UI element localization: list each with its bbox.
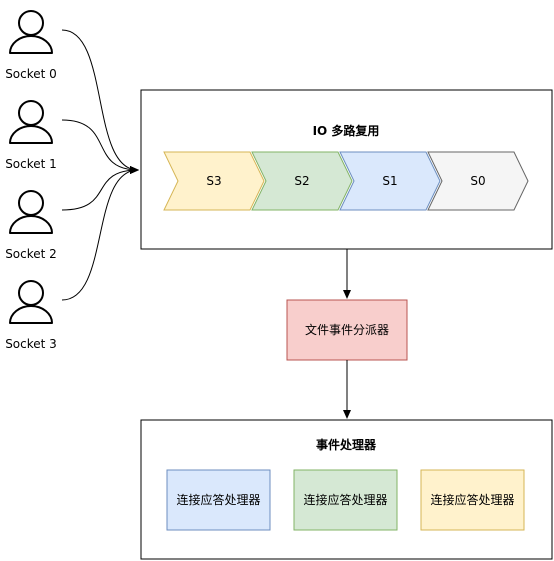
socket-label: Socket 2 <box>5 247 57 261</box>
socket-connectors <box>61 29 139 301</box>
queue-item-s1: S1 <box>339 151 441 211</box>
queue-item-label: S0 <box>470 174 485 188</box>
queue-item-s2: S2 <box>251 151 353 211</box>
socket-2: Socket 2 <box>5 190 57 261</box>
handler-label: 连接应答处理器 <box>176 492 260 507</box>
connector-socket-3 <box>61 166 139 301</box>
handler-box: 连接应答处理器 <box>293 469 398 531</box>
queue-item-label: S2 <box>294 174 309 188</box>
user-icon <box>9 10 53 54</box>
socket-label: Socket 0 <box>5 67 57 81</box>
socket-0: Socket 0 <box>5 10 57 81</box>
file-event-dispatcher: 文件事件分派器 <box>286 299 408 361</box>
io-multiplexing-title: IO 多路复用 <box>313 123 380 138</box>
socket-queue: S3 S2 S1 S0 <box>163 151 529 211</box>
socket-label: Socket 1 <box>5 157 57 171</box>
handler-list: 连接应答处理器 连接应答处理器 连接应答处理器 <box>166 469 525 531</box>
socket-label: Socket 3 <box>5 337 57 351</box>
queue-item-s3: S3 <box>163 151 265 211</box>
handler-box: 连接应答处理器 <box>166 469 271 531</box>
queue-item-s0: S0 <box>427 151 529 211</box>
connector-socket-1 <box>61 119 139 174</box>
user-icon <box>9 190 53 234</box>
socket-1: Socket 1 <box>5 100 57 171</box>
socket-3: Socket 3 <box>5 280 57 351</box>
queue-item-label: S1 <box>382 174 397 188</box>
user-icon <box>9 100 53 144</box>
event-handlers-title: 事件处理器 <box>316 437 377 452</box>
user-icon <box>9 280 53 324</box>
handler-box: 连接应答处理器 <box>420 469 525 531</box>
handler-label: 连接应答处理器 <box>303 492 387 507</box>
connector-socket-2 <box>61 166 139 211</box>
architecture-diagram: Socket 0 Socket 1 Socket 2 Socket 3 IO 多… <box>5 10 553 560</box>
queue-item-label: S3 <box>206 174 221 188</box>
dispatcher-label: 文件事件分派器 <box>305 322 389 337</box>
handler-label: 连接应答处理器 <box>430 492 514 507</box>
connector-socket-0 <box>61 29 139 174</box>
